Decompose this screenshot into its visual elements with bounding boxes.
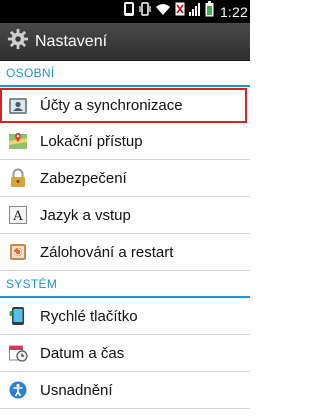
accounts-icon: [8, 96, 28, 116]
settings-list: OSOBNÍ Účty a synchronizace Lokační přís…: [0, 61, 250, 409]
action-bar: Nastavení: [0, 23, 250, 61]
settings-item-label: Jazyk a vstup: [40, 206, 131, 224]
no-sim-icon: [175, 2, 185, 21]
status-icons: 1:22: [123, 0, 248, 23]
vibrate-icon: [139, 1, 151, 22]
wifi-icon: [155, 2, 171, 21]
backup-icon: [8, 242, 28, 262]
battery-icon: [205, 1, 214, 22]
settings-item-location[interactable]: Lokační přístup: [0, 123, 250, 160]
map-location-icon: [8, 131, 28, 151]
calendar-clock-icon: [8, 343, 28, 363]
phone-icon: [123, 1, 135, 22]
settings-item-accessibility[interactable]: Usnadnění: [0, 372, 250, 409]
settings-item-label: Účty a synchronizace: [40, 97, 183, 114]
settings-item-security[interactable]: Zabezpečení: [0, 160, 250, 197]
accessibility-icon: [8, 380, 28, 400]
settings-item-label: Zabezpečení: [40, 169, 127, 187]
svg-text:A: A: [12, 209, 23, 224]
settings-item-backup-restart[interactable]: Zálohování a restart: [0, 234, 250, 271]
settings-item-label: Usnadnění: [40, 381, 113, 399]
settings-item-label: Rychlé tlačítko: [40, 307, 138, 325]
settings-item-accounts-sync[interactable]: Účty a synchronizace: [0, 88, 247, 123]
section-header-system: SYSTÉM: [0, 271, 250, 298]
status-bar: 1:22: [0, 0, 250, 23]
settings-item-language-input[interactable]: A Jazyk a vstup: [0, 197, 250, 234]
section-header-personal: OSOBNÍ: [0, 61, 250, 87]
settings-gear-icon: [7, 28, 29, 55]
quick-button-icon: [8, 306, 28, 326]
status-time: 1:22: [219, 3, 248, 20]
settings-item-date-time[interactable]: Datum a čas: [0, 335, 250, 372]
settings-item-label: Datum a čas: [40, 344, 125, 362]
lock-icon: [8, 168, 28, 188]
settings-item-quick-button[interactable]: Rychlé tlačítko: [0, 298, 250, 335]
language-icon: A: [8, 205, 28, 225]
settings-item-label: Lokační přístup: [40, 132, 143, 150]
page-title: Nastavení: [35, 32, 108, 50]
settings-item-label: Zálohování a restart: [40, 243, 174, 261]
signal-icon: [188, 2, 201, 21]
